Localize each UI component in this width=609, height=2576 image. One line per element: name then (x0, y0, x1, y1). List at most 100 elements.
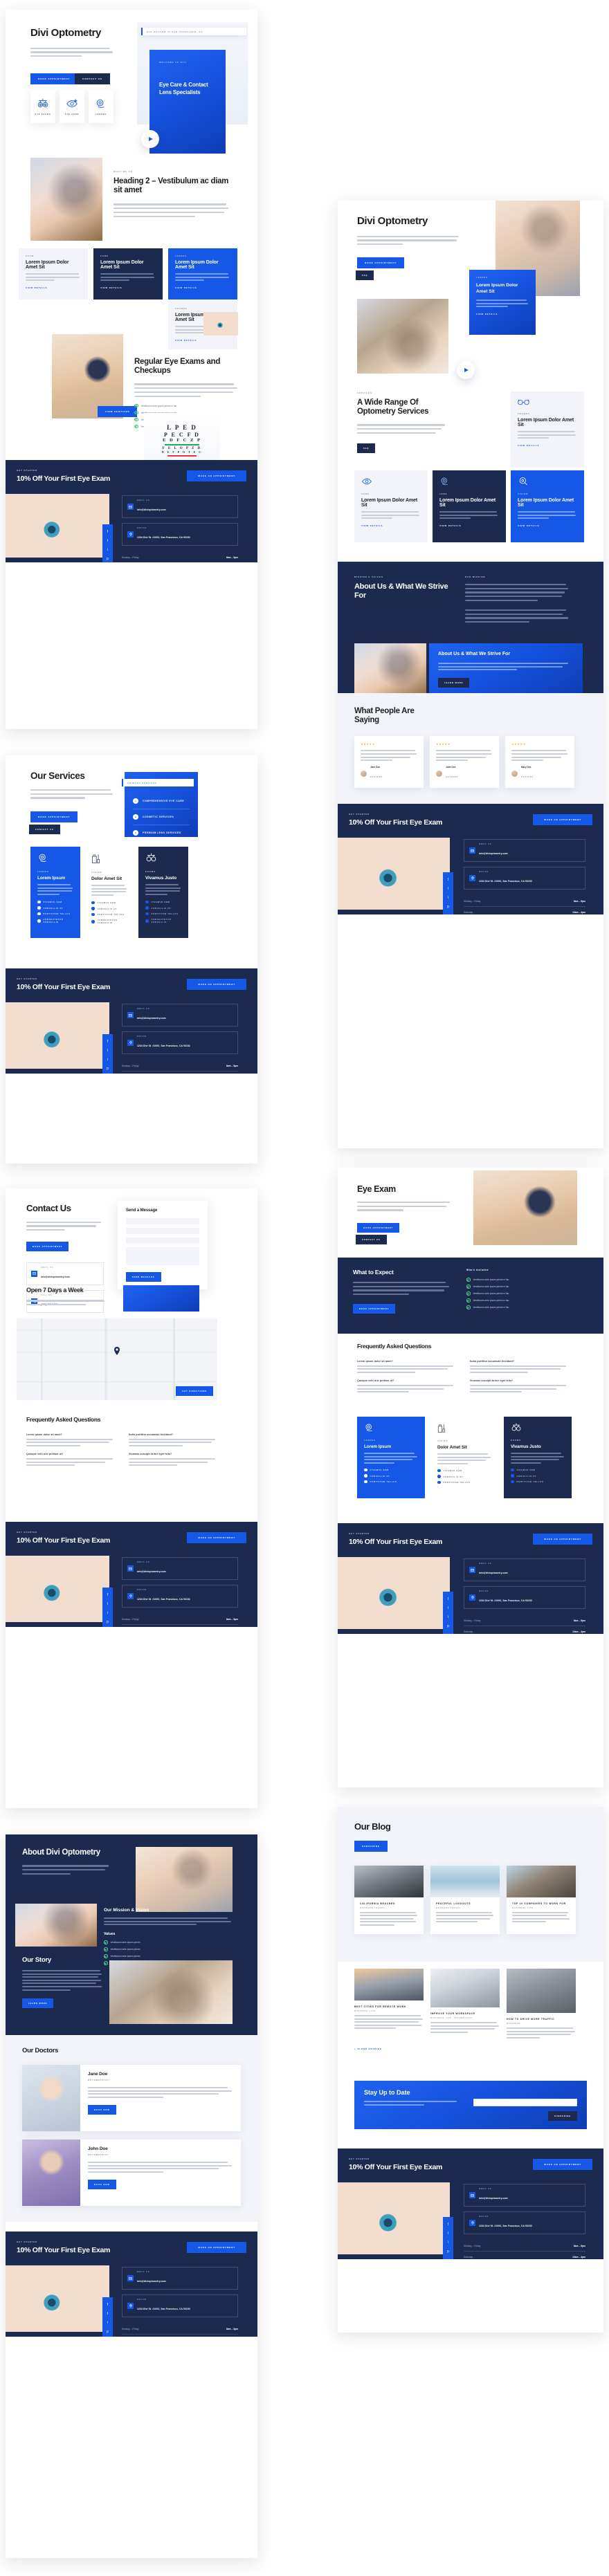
view-details-link[interactable]: VIEW DETAILS (439, 524, 499, 527)
icon-card-lenses[interactable]: LENSES (89, 90, 113, 123)
doctor-card[interactable]: Jane Doe OPTOMETRIST Book Now (22, 2064, 241, 2131)
view-details-link[interactable]: VIEW DETAILS (26, 286, 81, 289)
book-appointment-button[interactable]: Book Appointment (26, 1241, 69, 1251)
service-detail-card[interactable]: VISION Dolor Amet Sit VIVAMUS SEM CONVAL… (84, 847, 134, 938)
primary-service-item[interactable]: 1 Comprehensive Eye Care (133, 793, 190, 809)
twitter-icon[interactable]: t (107, 1049, 108, 1053)
book-appointment-button[interactable]: Book Appointment (353, 1303, 396, 1314)
service-card[interactable]: LENS Lorem Ipsum Dolor Amet Sit VIEW DET… (433, 470, 506, 542)
blog-post-card[interactable]: CALIFORNIA BEACHES OUTDOOR TRAVEL (354, 1865, 424, 1934)
instagram-icon[interactable]: i (107, 2321, 108, 2325)
faq-item[interactable]: Nulla porttitor accumsan tincidunt? (470, 1360, 570, 1373)
service-card[interactable]: VISION Lorem Ipsum Dolor Amet Sit VIEW D… (511, 470, 584, 542)
view-details-link[interactable]: VIEW DETAILS (518, 444, 577, 447)
view-details-link[interactable]: VIEW DETAILS (175, 286, 230, 289)
view-services-button[interactable]: View Services (98, 406, 138, 417)
service-detail-card[interactable]: EXAMS Vivamus Justo VIVAMUS SEM CONVALLI… (504, 1417, 572, 1498)
contact-us-button[interactable]: Contact Us (356, 1234, 387, 1244)
make-appointment-button[interactable]: Make An Appointment (187, 1532, 246, 1543)
service-detail-card[interactable]: VISION Dolor Amet Sit VIVAMUS SEM CONVAL… (430, 1417, 498, 1498)
faq-button[interactable]: FAQ (357, 443, 376, 453)
pinterest-icon[interactable]: p (447, 905, 449, 909)
book-now-button[interactable]: Book Now (88, 2105, 116, 2115)
blog-post-card[interactable]: HOW TO DRIVE MORE TRAFFIC BUSINESS (507, 1969, 576, 2046)
make-appointment-button[interactable]: Make An Appointment (533, 814, 592, 825)
email-value[interactable]: info@divioptometry.com (137, 1570, 166, 1573)
faq-item[interactable]: Quisque velit nisi pretium ut? (357, 1379, 457, 1393)
contact-us-button[interactable]: Contact Us (75, 73, 110, 84)
newsletter-subscribe-button[interactable]: Subscribe (547, 2111, 577, 2121)
service-detail-card[interactable]: EXAMS Vivamus Justo VIVAMUS SEM CONVALLI… (138, 847, 188, 938)
facebook-icon[interactable]: f (107, 2303, 108, 2307)
floating-service-card[interactable]: LENSES Lorem Ipsum Dolor Amet Sit VIEW D… (469, 270, 536, 335)
twitter-icon[interactable]: t (107, 2312, 108, 2316)
view-details-link[interactable]: VIEW DETAILS (518, 524, 577, 527)
twitter-icon[interactable]: t (107, 540, 108, 543)
faq-item[interactable]: Nulla porttitor accumsan tincidunt? (129, 1433, 219, 1446)
primary-service-item[interactable]: 2 Cosmetic Services (133, 809, 190, 825)
blog-post-card[interactable]: TOP 10 COMPANIES TO WORK FOR BUSINESS LI… (507, 1865, 576, 1934)
pinterest-icon[interactable]: p (107, 2330, 109, 2334)
location-map[interactable]: GET DIRECTIONS (17, 1318, 217, 1400)
instagram-icon[interactable]: i (107, 549, 108, 552)
blog-post-card[interactable]: BEST CITIES FOR REMOTE WORK BUSINESS LIF… (354, 1969, 424, 2046)
facebook-icon[interactable]: f (107, 1040, 108, 1044)
instagram-icon[interactable]: i (107, 1058, 108, 1062)
email-value[interactable]: info@divioptometry.com (479, 2197, 508, 2200)
message-field[interactable] (126, 1247, 199, 1265)
pinterest-icon[interactable]: p (107, 558, 109, 561)
service-card[interactable]: FRAMES Lorem Ipsum Dolor Amet Sit VIEW D… (511, 392, 584, 468)
pinterest-icon[interactable]: p (447, 2250, 449, 2254)
email-value[interactable]: info@divioptometry.com (137, 508, 166, 511)
instagram-icon[interactable]: i (107, 1612, 108, 1615)
subscribe-button[interactable]: Subscribe (354, 1840, 388, 1852)
play-video-button[interactable] (457, 361, 475, 379)
blog-post-card[interactable]: PEACEFUL LOOKOUTS OUTDOOR TRAVEL (430, 1865, 500, 1934)
email-value[interactable]: info@divioptometry.com (479, 1572, 508, 1574)
feature-card[interactable]: LENSES Lorem Ipsum Dolor Amet Sit VIEW D… (168, 248, 237, 300)
email-field[interactable] (126, 1228, 199, 1234)
pinterest-icon[interactable]: p (447, 1625, 449, 1628)
facebook-icon[interactable]: f (107, 531, 108, 534)
email-value[interactable]: info@divioptometry.com (479, 852, 508, 855)
play-video-button[interactable] (141, 130, 159, 148)
get-directions-button[interactable]: GET DIRECTIONS (176, 1386, 213, 1396)
email-value[interactable]: info@divioptometry.com (41, 1276, 70, 1278)
icon-card-eye-exams[interactable]: EYE EXAMS (30, 90, 55, 123)
name-field[interactable] (126, 1218, 199, 1224)
learn-more-button[interactable]: Learn More (22, 1998, 54, 2009)
view-details-link[interactable]: VIEW DETAILS (100, 286, 156, 289)
book-now-button[interactable]: Book Now (88, 2180, 116, 2190)
faq-button[interactable]: FAQ (356, 270, 374, 281)
book-appointment-button[interactable]: Book Appointment (30, 73, 78, 84)
subject-field[interactable] (126, 1238, 199, 1244)
service-detail-card[interactable]: LENSES Lorem Ipsum VIVAMUS SEM CONVALLIS… (30, 847, 80, 938)
email-value[interactable]: info@divioptometry.com (137, 1017, 166, 1020)
make-appointment-button[interactable]: Make An Appointment (187, 979, 246, 990)
learn-more-button[interactable]: Learn More (438, 677, 470, 688)
make-appointment-button[interactable]: Make An Appointment (533, 1534, 592, 1545)
primary-service-item[interactable]: 3 Premium Lens Services (133, 825, 190, 840)
send-message-button[interactable]: Send Message (126, 1272, 161, 1282)
make-appointment-button[interactable]: Make An Appointment (187, 470, 246, 481)
feature-card[interactable]: EXAM Lorem Ipsum Dolor Amet Sit VIEW DET… (19, 248, 88, 300)
feature-card[interactable]: CARE Lorem Ipsum Dolor Amet Sit VIEW DET… (93, 248, 163, 300)
faq-item[interactable]: Vivamus suscipit tortor eget felis? (129, 1453, 219, 1466)
faq-item[interactable]: Lorem ipsum dolor sit amet? (26, 1433, 116, 1446)
blog-post-card[interactable]: IMPROVE YOUR WORKSPACE BUSINESS LIFE, TE… (430, 1969, 500, 2046)
twitter-icon[interactable]: t (107, 1603, 108, 1606)
make-appointment-button[interactable]: Make An Appointment (533, 2159, 592, 2170)
service-detail-card[interactable]: LENSES Lorem Ipsum VIVAMUS SEM CONVALLIS… (357, 1417, 425, 1498)
view-details-link[interactable]: VIEW DETAILS (361, 524, 421, 527)
newsletter-email-input[interactable] (473, 2099, 577, 2106)
pinterest-icon[interactable]: p (107, 1621, 109, 1624)
faq-item[interactable]: Vivamus suscipit tortor eget felis? (470, 1379, 570, 1393)
pinterest-icon[interactable]: p (107, 1067, 109, 1071)
email-value[interactable]: info@divioptometry.com (137, 2280, 166, 2283)
doctor-card[interactable]: John Doe OPTOMETRIST Book Now (22, 2139, 241, 2206)
service-card[interactable]: CARE Lorem Ipsum Dolor Amet Sit VIEW DET… (354, 470, 428, 542)
icon-card-eye-care[interactable]: EYE CARE (60, 90, 84, 123)
contact-us-button[interactable]: Contact Us (29, 824, 60, 834)
older-entries-link[interactable]: « Older Entries (354, 2048, 587, 2050)
facebook-icon[interactable]: f (107, 1594, 108, 1597)
